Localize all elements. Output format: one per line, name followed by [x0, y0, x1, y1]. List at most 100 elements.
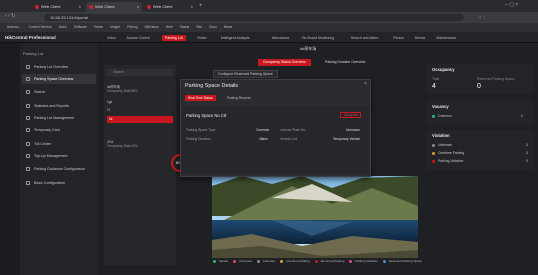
sidebar-item[interactable]: Toll Center	[22, 139, 96, 149]
total-value: 4	[432, 83, 436, 90]
bookmark-item[interactable]: News	[224, 23, 232, 32]
total-label: Total	[432, 77, 440, 81]
menu-item-person[interactable]: Person	[390, 35, 407, 41]
menu-icon	[26, 154, 30, 158]
sidebar-header: Parking Lot	[23, 51, 44, 56]
menu-item-visitor[interactable]: Visitor	[194, 35, 210, 41]
lot-occupancy: Occupancy Rate 40%	[107, 144, 138, 148]
common-label: Common	[438, 114, 452, 118]
close-icon[interactable]: ×	[364, 81, 367, 87]
legend-dot-icon	[280, 259, 284, 263]
legend-label: Parking Violation	[355, 259, 378, 263]
browser-tab-1[interactable]: Web Client ×	[32, 2, 84, 12]
lot-item-selected[interactable]: lot	[107, 116, 173, 123]
status-dot-icon	[432, 151, 435, 155]
sidebar-item[interactable]: Search	[22, 87, 96, 97]
lot-item[interactable]: 1f	[107, 108, 173, 114]
tab-occupancy-status[interactable]: Occupancy Status Overview	[258, 59, 311, 66]
browser-tab-label: Web Client	[41, 4, 61, 9]
sidebar-item-label: Top-Up Management	[34, 154, 68, 158]
status-badge: Occupied	[340, 112, 362, 118]
bookmark-item[interactable]: Site	[196, 23, 202, 32]
sidebar-item[interactable]: Basic Configuration	[22, 178, 96, 188]
sidebar-item[interactable]: Parking Space Overview	[22, 74, 96, 84]
sidebar-item[interactable]: Statistics and Reports	[22, 101, 96, 111]
menu-item-access-control[interactable]: Access Control	[124, 35, 154, 41]
menu-item-on-board-monitoring[interactable]: On-Board Monitoring	[299, 35, 338, 41]
menu-item-video[interactable]: Video	[104, 35, 119, 41]
bookmark-item[interactable]: Control Service	[29, 23, 52, 32]
close-icon[interactable]: ×	[191, 2, 193, 12]
legend-item: Vacant	[213, 259, 228, 263]
bookmark-item[interactable]: Web	[166, 23, 173, 32]
sidebar-item[interactable]: Parking Lot Management	[22, 113, 96, 123]
browser-tab-2[interactable]: Web Client ×	[86, 2, 142, 12]
lot-item[interactable]: lot停车场 Occupancy Rate 80%	[107, 84, 173, 95]
occupancy-title: Occupancy	[432, 67, 455, 72]
lot-item[interactable]: 1ge	[107, 100, 173, 106]
sidebar-item-label: Basic Configuration	[34, 181, 66, 185]
menu-icon	[26, 167, 30, 171]
vacancy-title: Vacancy	[432, 104, 449, 109]
close-icon[interactable]: ×	[79, 2, 81, 12]
menu-item-search-and-alarm[interactable]: Search and Alarm	[348, 35, 382, 41]
tab-real-time-status[interactable]: Real-Time Status	[185, 95, 216, 101]
violation-value: 0	[526, 143, 528, 147]
violation-title: Violation	[432, 133, 450, 138]
sidebar-item[interactable]: Parking Lot Overview	[22, 62, 96, 72]
lot-name: 1f	[107, 108, 110, 112]
sidebar-item[interactable]: Top-Up Management	[22, 151, 96, 161]
bookmark-item[interactable]: Arduino...	[7, 23, 22, 32]
bookmark-item[interactable]: HikVision	[145, 23, 159, 32]
legend-label: Overtime Parking	[286, 259, 310, 263]
status-dot-icon	[432, 159, 435, 163]
bookmark-item[interactable]: Insight	[110, 23, 120, 32]
new-tab-icon[interactable]: +	[199, 2, 203, 10]
window-controls[interactable]: – ▢ ×	[505, 2, 518, 8]
browser-tab-3[interactable]: Web Client ×	[144, 2, 196, 12]
violation-row: Overtime Parking 0	[432, 151, 528, 155]
url-text: 10.66.25.131/#/portal	[50, 15, 88, 20]
menu-item-intelligent-analysis[interactable]: Intelligent Analysis	[218, 35, 253, 41]
bookmark-item[interactable]: Status	[180, 23, 190, 32]
hik-favicon-icon	[89, 5, 93, 9]
legend-item: Abnormal Parking	[314, 259, 344, 263]
configure-reserved-button[interactable]: Configure Reserved Parking Space	[213, 70, 278, 78]
legend-label: Occupied	[239, 259, 252, 263]
legend-dot-icon	[213, 259, 216, 263]
legend-item: Parking Violation	[349, 259, 378, 263]
menu-item-device[interactable]: Device	[412, 35, 429, 41]
sidebar-item[interactable]: Parking Guidance Configuration	[22, 164, 96, 174]
lot-name: 1ge	[107, 100, 113, 104]
nav-arrows-icon[interactable]: ‹ › ↻	[5, 13, 15, 19]
search-input[interactable]: Search	[107, 69, 173, 76]
bookmark-item[interactable]: Dash	[59, 23, 67, 32]
sidebar-item-label: Parking Space Overview	[34, 77, 74, 81]
violation-panel: Violation Unknown 0 Overtime Parking 0 Parki…	[427, 130, 533, 170]
menu-icon	[26, 181, 30, 185]
field-value: 48sec	[259, 137, 268, 141]
vacant-dot-icon	[432, 114, 435, 118]
lot-item[interactable]: 2/04 Occupancy Rate 40%	[107, 140, 173, 151]
sidebar-item-label: Parking Guidance Configuration	[34, 167, 85, 171]
tab-parking-records[interactable]: Parking Records	[224, 95, 254, 101]
menu-item-attendance[interactable]: Attendance	[269, 35, 293, 41]
browser-tab-label: Web Client	[95, 4, 115, 9]
address-bar[interactable]: 10.66.25.131/#/portal	[44, 14, 464, 21]
bookmark-item[interactable]: Pairing	[127, 23, 138, 32]
sidebar-item[interactable]: Temporary Card	[22, 125, 96, 135]
menu-item-parking-lot[interactable]: Parking Lot	[161, 35, 186, 41]
violation-label: Unknown	[438, 143, 453, 147]
menu-item-maintenance[interactable]: Maintenance	[433, 35, 459, 41]
bookmark-item[interactable]: Home	[94, 23, 103, 32]
bookmark-item[interactable]: Docs	[209, 23, 217, 32]
violation-value: 0	[526, 159, 528, 163]
violation-row: Unknown 0	[432, 143, 528, 147]
tab-parking-duration[interactable]: Parking Duration Overview	[320, 59, 370, 66]
sidebar-item-label: Parking Lot Overview	[34, 65, 69, 69]
violation-value: 0	[526, 151, 528, 155]
close-icon[interactable]: ×	[137, 2, 139, 12]
lot-name: lot	[109, 117, 113, 121]
extensions-icon[interactable]: ☆ ⋮	[478, 14, 487, 19]
bookmark-item[interactable]: Software	[74, 23, 87, 32]
